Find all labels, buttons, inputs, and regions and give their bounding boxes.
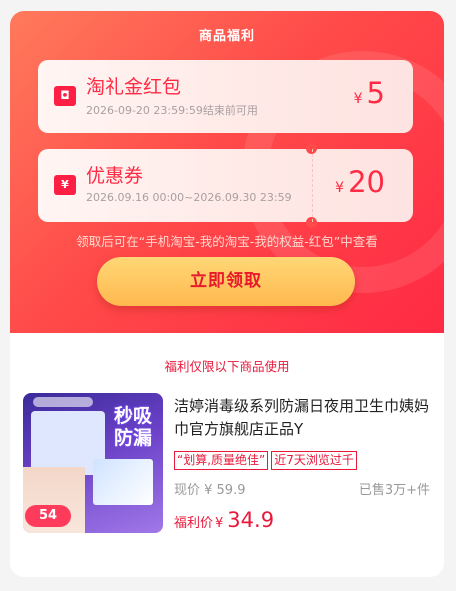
coupon-validity: 2026-09-20 23:59:59结束前可用 xyxy=(86,104,258,117)
coupon-card-discount: ¥ 优惠券 2026.09.16 00:00~2026.09.30 23:59 … xyxy=(38,143,413,228)
product-tags: “划算,质量绝佳” 近7天浏览过千 xyxy=(174,449,360,470)
product-tag: “划算,质量绝佳” xyxy=(174,451,269,470)
product-thumbnail[interactable]: 秒吸防漏 54 xyxy=(23,393,163,533)
welfare-price-value: 34.9 xyxy=(227,508,275,532)
claim-note: 领取后可在“手机淘宝-我的淘宝-我的权益-红包”中查看 xyxy=(76,234,378,249)
coupon-name: 淘礼金红包 xyxy=(86,76,182,98)
image-slogan: 秒吸防漏 xyxy=(113,405,152,449)
image-price-badge: 54 xyxy=(25,505,71,527)
welfare-card: 商品福利 ◘ 淘礼金红包 2026-09-20 23:59:59结束前可用 ¥5… xyxy=(10,11,444,577)
claim-button[interactable]: 立即领取 xyxy=(97,257,355,306)
sold-count: 已售3万+件 xyxy=(358,483,430,498)
product-tag: 近7天浏览过千 xyxy=(271,451,357,470)
coupon-ticket-icon: ¥ xyxy=(54,175,76,195)
brand-ribbon xyxy=(33,397,93,407)
product-title[interactable]: 洁婷消毒级系列防漏日夜用卫生巾姨妈巾官方旗舰店正品Y xyxy=(174,395,436,441)
red-envelope-icon: ◘ xyxy=(54,86,76,106)
section-title: 福利仅限以下商品使用 xyxy=(164,359,290,374)
coupon-card-red-envelope: ◘ 淘礼金红包 2026-09-20 23:59:59结束前可用 ¥5 xyxy=(38,60,413,133)
welfare-label: 福利价 xyxy=(174,516,214,531)
current-price: 现价 ¥ 59.9 xyxy=(174,483,246,498)
panel-title: 商品福利 xyxy=(198,29,255,44)
amount-value: 20 xyxy=(348,165,385,199)
currency-symbol: ¥ xyxy=(353,91,363,107)
welfare-price: 福利价 ¥34.9 xyxy=(174,508,274,532)
coupon-divider xyxy=(312,149,313,222)
amount-value: 5 xyxy=(366,76,385,110)
coupon-amount: ¥20 xyxy=(335,165,385,199)
coupon-amount: ¥5 xyxy=(354,76,385,110)
currency-symbol: ¥ xyxy=(335,180,345,196)
package-panel xyxy=(93,459,153,505)
coupon-name: 优惠券 xyxy=(86,165,144,187)
welfare-currency: ¥ xyxy=(215,516,224,531)
coupon-panel: 商品福利 ◘ 淘礼金红包 2026-09-20 23:59:59结束前可用 ¥5… xyxy=(10,11,444,333)
coupon-validity: 2026.09.16 00:00~2026.09.30 23:59 xyxy=(86,191,292,204)
